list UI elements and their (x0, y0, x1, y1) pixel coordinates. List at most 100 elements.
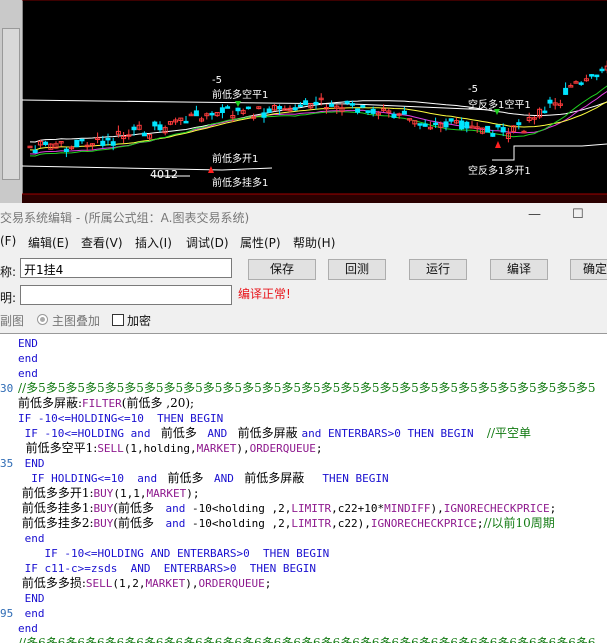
code-token: SELL (97, 442, 124, 455)
support-line (22, 165, 273, 171)
code-line[interactable]: 前低多屏蔽:FILTER(前低多 ,20); (18, 396, 194, 411)
code-editor[interactable]: END end end//多5多5多5多5多5多5多5多5多5多5多5多5多5多5多… (0, 333, 607, 643)
code-token: MARKET (146, 487, 187, 500)
code-line[interactable]: end (18, 621, 38, 636)
code-token: SELL (85, 577, 113, 590)
candle-body (495, 124, 501, 128)
candle-body (578, 82, 584, 85)
candle-body (433, 122, 439, 126)
code-line[interactable]: //多5多5多5多5多5多5多5多5多5多5多5多5多5多5多5多5多5多5多5… (18, 381, 596, 396)
menu-debug[interactable]: 调试(D) (186, 234, 229, 251)
code-line[interactable]: END (18, 336, 38, 351)
candle-body (266, 108, 272, 113)
code-line[interactable]: 前低多多开1:BUY(1,1,MARKET); (18, 486, 200, 501)
candle-body (485, 125, 491, 133)
code-line[interactable]: 前低多挂多1:BUY(前低多 and -10<holding ,2,LIMITR… (18, 501, 556, 516)
time-axis-bar (22, 194, 607, 203)
code-token: 前低多 (157, 426, 201, 440)
side-scroll-slot[interactable] (2, 28, 20, 180)
code-token: end (18, 352, 38, 365)
code-token: END (18, 337, 38, 350)
candle-body (349, 103, 355, 106)
candle-body (183, 120, 189, 124)
candle-body (448, 118, 454, 122)
code-token: 前低多挂多2: (18, 516, 94, 530)
code-token: THEN BEGIN (315, 472, 389, 485)
menu-file[interactable]: (F) (0, 234, 16, 248)
sub-chart-option[interactable]: 副图 (0, 312, 24, 329)
code-line[interactable]: end (18, 606, 45, 621)
description-input[interactable] (20, 285, 232, 305)
compile-button[interactable]: 编译 (490, 259, 548, 280)
candle-body (110, 141, 116, 146)
code-line[interactable]: IF -10<=HOLDING and 前低多 AND 前低多屏蔽 and EN… (18, 426, 531, 441)
title-bar[interactable]: 交易系统编辑 - (所属公式组：A.图表交易系统) — ☐ (0, 203, 607, 229)
code-line[interactable]: 前低多挂多2:BUY(前低多 and -10<holding ,2,LIMITR… (18, 516, 555, 531)
ok-button[interactable]: 确定 (570, 259, 607, 280)
code-line[interactable]: END (18, 591, 45, 606)
encrypt-checkbox[interactable] (112, 314, 124, 326)
code-line[interactable]: end (18, 351, 38, 366)
code-line[interactable]: END (18, 456, 45, 471)
code-token: 前低多挂多1: (18, 501, 94, 515)
code-line[interactable]: 前低多空平1:SELL(1,holding,MARKET),ORDERQUEUE… (18, 441, 323, 456)
code-token: end (18, 367, 38, 380)
code-line[interactable]: IF -10<=HOLDING<=10 THEN BEGIN (18, 411, 223, 426)
minimize-button[interactable]: — (528, 207, 541, 222)
code-line[interactable]: end (18, 366, 38, 381)
run-button[interactable]: 运行 (409, 259, 467, 280)
save-button[interactable]: 保存 (248, 259, 316, 280)
formula-name-input[interactable]: 开1挂4 (20, 258, 232, 278)
code-line[interactable]: IF -10<=HOLDING AND ENTERBARS>0 THEN BEG… (18, 546, 329, 561)
line-number: 35 (0, 457, 14, 470)
candle-body (100, 140, 106, 146)
code-token: IGNORECHECKPRICE (370, 517, 477, 530)
backtest-button[interactable]: 回测 (328, 259, 386, 280)
code-token: 前低多屏蔽 (240, 471, 316, 485)
candle-body (370, 108, 376, 114)
code-token: end (18, 622, 38, 635)
code-token: END (18, 592, 45, 605)
candle-body (74, 139, 80, 148)
compile-status: 编译正常! (238, 287, 291, 301)
description-label: 明: (0, 291, 17, 305)
menu-view[interactable]: 查看(V) (81, 234, 123, 251)
menu-edit[interactable]: 编辑(E) (28, 234, 69, 251)
code-token: LIMITR (291, 517, 332, 530)
code-token: 前低多空平1: (18, 441, 98, 455)
kline-chart[interactable]: -5 前低多空平1 4012 前低多开1 前低多挂多1 -5 空反多1空平1 空… (0, 0, 607, 203)
price-label: 4012 (150, 168, 178, 181)
code-token: -10<holding ,2, (185, 517, 292, 530)
menu-help[interactable]: 帮助(H) (293, 234, 335, 251)
code-line[interactable]: IF HOLDING<=10 and 前低多 AND 前低多屏蔽 THEN BE… (18, 471, 389, 486)
menu-properties[interactable]: 属性(P) (240, 234, 281, 251)
candle-body (490, 133, 496, 137)
code-token: ; (264, 577, 272, 590)
code-token: ; (315, 442, 323, 455)
code-token: IGNORECHECKPRICE (443, 502, 550, 515)
code-line[interactable]: end (18, 531, 45, 546)
candle-body (209, 112, 215, 116)
code-token: and (165, 502, 186, 515)
code-token: MARKET (145, 577, 186, 590)
code-token: ORDERQUEUE (198, 577, 265, 590)
candle-body (105, 137, 111, 141)
sell-arrow-icon (235, 101, 241, 107)
code-token: (1,2, (112, 577, 146, 590)
main-overlay-label: 主图叠加 (52, 314, 101, 328)
candle-body (500, 127, 506, 133)
candle-body (459, 120, 465, 130)
maximize-button[interactable]: ☐ (572, 207, 584, 222)
code-token: (前低多 ,20); (121, 396, 195, 410)
menu-bar: (F) 编辑(E) 查看(V) 插入(I) 调试(D) 属性(P) 帮助(H) (0, 231, 607, 251)
candle-body (141, 132, 147, 137)
menu-insert[interactable]: 插入(I) (135, 234, 172, 251)
name-label: 称: (0, 265, 17, 279)
code-token: BUY (93, 487, 114, 500)
code-token: IF HOLDING<=10 and (18, 472, 164, 485)
code-line[interactable]: IF c11-c>=zsds AND ENTERBARS>0 THEN BEGI… (18, 561, 316, 576)
code-line[interactable]: 前低多多损:SELL(1,2,MARKET),ORDERQUEUE; (18, 576, 272, 591)
candle-body (43, 141, 49, 145)
candle-body (313, 101, 319, 105)
main-overlay-radio[interactable] (37, 314, 48, 325)
